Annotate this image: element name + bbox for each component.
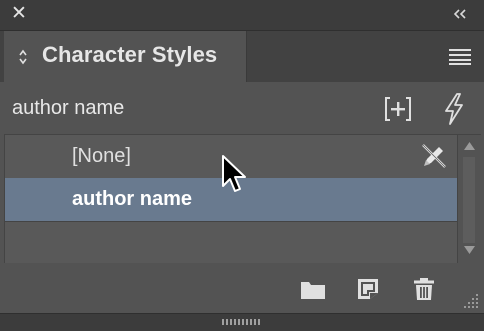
style-toolbar: author name <box>0 82 484 134</box>
drag-handle-icon[interactable] <box>222 318 262 326</box>
resize-grip-icon[interactable] <box>458 292 480 310</box>
style-label: [None] <box>72 145 131 167</box>
scroll-track[interactable] <box>463 157 475 243</box>
current-style-label: author name <box>12 97 125 119</box>
list-item-empty <box>5 221 457 264</box>
character-styles-panel: ✕ Character Styles author name [None] au… <box>0 0 484 331</box>
mouse-pointer-icon <box>222 155 246 192</box>
close-icon[interactable]: ✕ <box>11 4 27 23</box>
panel-footer <box>0 313 484 331</box>
trash-icon[interactable] <box>410 277 438 301</box>
panel-bottom-bar <box>0 263 484 313</box>
panel-menu-icon[interactable] <box>449 48 471 66</box>
tab-strip: Character Styles <box>0 31 484 82</box>
new-style-icon[interactable] <box>354 277 382 301</box>
expand-collapse-icon[interactable] <box>18 47 28 67</box>
tab-title: Character Styles <box>42 42 218 67</box>
scroll-up-icon[interactable] <box>463 141 476 151</box>
lightning-bolt-icon[interactable] <box>441 93 467 125</box>
scroll-down-icon[interactable] <box>463 245 476 255</box>
vertical-scrollbar[interactable] <box>457 134 481 264</box>
tab-character-styles[interactable]: Character Styles <box>4 31 247 82</box>
folder-icon[interactable] <box>299 277 327 301</box>
style-label: author name <box>72 188 193 210</box>
panel-title-bar: ✕ <box>0 0 484 31</box>
double-chevron-left-icon[interactable] <box>452 7 468 21</box>
no-edit-pen-icon <box>422 144 446 168</box>
new-style-group-icon[interactable] <box>384 96 412 122</box>
